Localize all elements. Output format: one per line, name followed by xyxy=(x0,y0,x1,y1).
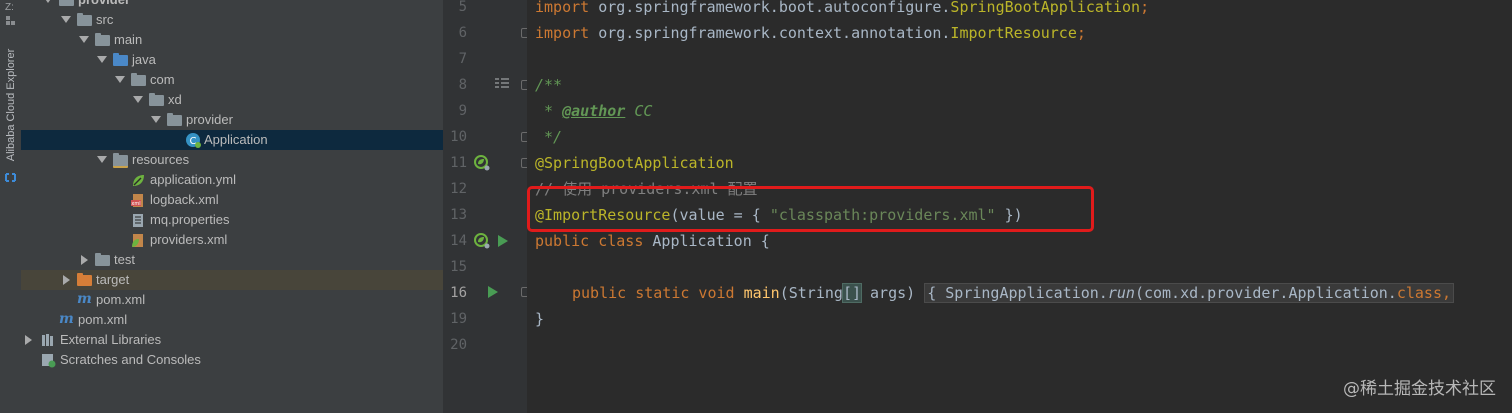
alibaba-cloud-icon xyxy=(5,173,16,182)
collapse-arrow-icon[interactable] xyxy=(63,275,70,285)
line-number: 19 xyxy=(450,311,467,327)
line-number: 15 xyxy=(450,259,467,275)
structure-tab-label[interactable]: Z: xyxy=(5,2,14,13)
folded-body[interactable]: { SpringApplication.run(com.xd.provider.… xyxy=(924,283,1455,303)
run-main-icon[interactable] xyxy=(488,286,498,298)
highlight-annotation-box xyxy=(527,186,1094,232)
spring-bean-icon[interactable] xyxy=(473,232,491,250)
line-number: 7 xyxy=(458,51,467,67)
folder-icon xyxy=(95,33,110,47)
line-number: 9 xyxy=(458,103,467,119)
expand-arrow-icon[interactable] xyxy=(97,156,107,163)
properties-file-icon xyxy=(131,213,146,227)
libraries-icon xyxy=(41,333,56,347)
tree-item-main[interactable]: main xyxy=(21,30,443,50)
tree-item-provider-package[interactable]: provider xyxy=(21,110,443,130)
tree-item-src[interactable]: src xyxy=(21,10,443,30)
tree-item-com[interactable]: com xyxy=(21,70,443,90)
module-folder-icon xyxy=(59,0,74,7)
tree-item-java[interactable]: java xyxy=(21,50,443,70)
svg-text:xml: xml xyxy=(131,201,140,207)
code-line-10: */ xyxy=(535,128,563,146)
tree-item-application-yml[interactable]: application.yml xyxy=(21,170,443,190)
excluded-folder-icon xyxy=(77,273,92,287)
tree-item-resources[interactable]: resources xyxy=(21,150,443,170)
expand-arrow-icon[interactable] xyxy=(115,76,125,83)
code-line-19: } xyxy=(535,310,545,328)
xml-file-icon: xml xyxy=(131,193,146,207)
tree-item-providers-xml[interactable]: providers.xml xyxy=(21,230,443,250)
line-number: 13 xyxy=(450,207,467,223)
line-number: 11 xyxy=(450,155,467,171)
tree-item-xd[interactable]: xd xyxy=(21,90,443,110)
code-line-8: /** xyxy=(535,76,563,94)
package-icon xyxy=(167,113,182,127)
line-number: 8 xyxy=(458,77,467,93)
resources-folder-icon xyxy=(113,153,128,168)
scratches-icon xyxy=(41,353,56,368)
package-icon xyxy=(131,73,146,87)
code-line-9: * @author CC xyxy=(535,102,653,120)
folder-icon xyxy=(77,13,92,27)
spring-xml-icon xyxy=(131,233,146,247)
code-line-6: import org.springframework.context.annot… xyxy=(535,24,1086,42)
tool-window-strip: Z: Alibaba Cloud Explorer xyxy=(0,0,22,413)
spring-bean-icon[interactable] xyxy=(473,154,491,172)
source-folder-icon xyxy=(113,53,128,67)
expand-arrow-icon[interactable] xyxy=(133,96,143,103)
tree-item-pom-xml-module[interactable]: m pom.xml xyxy=(21,290,443,310)
code-line-5: import org.springframework.boot.autoconf… xyxy=(535,0,1150,16)
run-class-icon[interactable] xyxy=(498,235,508,247)
tree-item-target[interactable]: target xyxy=(21,270,443,290)
tree-item-application[interactable]: C Application xyxy=(21,130,443,150)
line-number: 12 xyxy=(450,181,467,197)
tree-item-test[interactable]: test xyxy=(21,250,443,270)
render-doc-icon[interactable] xyxy=(494,77,510,91)
line-number: 6 xyxy=(458,25,467,41)
tree-item-mq-properties[interactable]: mq.properties xyxy=(21,210,443,230)
line-number-current: 16 xyxy=(450,285,467,301)
expand-arrow-icon[interactable] xyxy=(43,0,53,3)
code-line-11: @SpringBootApplication xyxy=(535,154,734,172)
tree-item-logback-xml[interactable]: xml logback.xml xyxy=(21,190,443,210)
tree-item-provider-root[interactable]: provider xyxy=(21,0,443,10)
expand-arrow-icon[interactable] xyxy=(151,116,161,123)
expand-arrow-icon[interactable] xyxy=(79,36,89,43)
tree-item-external-libraries[interactable]: External Libraries xyxy=(21,330,443,350)
maven-icon: m xyxy=(59,311,74,327)
line-number: 5 xyxy=(458,0,467,15)
folder-icon xyxy=(95,253,110,267)
tree-item-pom-xml-root[interactable]: m pom.xml xyxy=(21,310,443,330)
expand-arrow-icon[interactable] xyxy=(61,16,71,23)
spring-class-icon: C xyxy=(185,132,201,148)
expand-arrow-icon[interactable] xyxy=(97,56,107,63)
collapse-arrow-icon[interactable] xyxy=(81,255,88,265)
line-number: 20 xyxy=(450,337,467,353)
alibaba-cloud-explorer-tab[interactable]: Alibaba Cloud Explorer xyxy=(2,40,19,170)
code-line-16: public static void main(String[] args) {… xyxy=(572,280,1455,306)
package-icon xyxy=(149,93,164,107)
line-number: 14 xyxy=(450,233,467,249)
tree-item-scratches-and-consoles[interactable]: Scratches and Consoles xyxy=(21,350,443,370)
watermark: @稀土掘金技术社区 xyxy=(1343,379,1496,399)
collapse-arrow-icon[interactable] xyxy=(25,335,32,345)
line-number: 10 xyxy=(450,129,467,145)
spring-yml-icon xyxy=(131,173,146,187)
maven-icon: m xyxy=(77,291,92,307)
structure-icon xyxy=(6,16,15,25)
project-tree: provider src main java com xd provider C xyxy=(21,0,443,413)
